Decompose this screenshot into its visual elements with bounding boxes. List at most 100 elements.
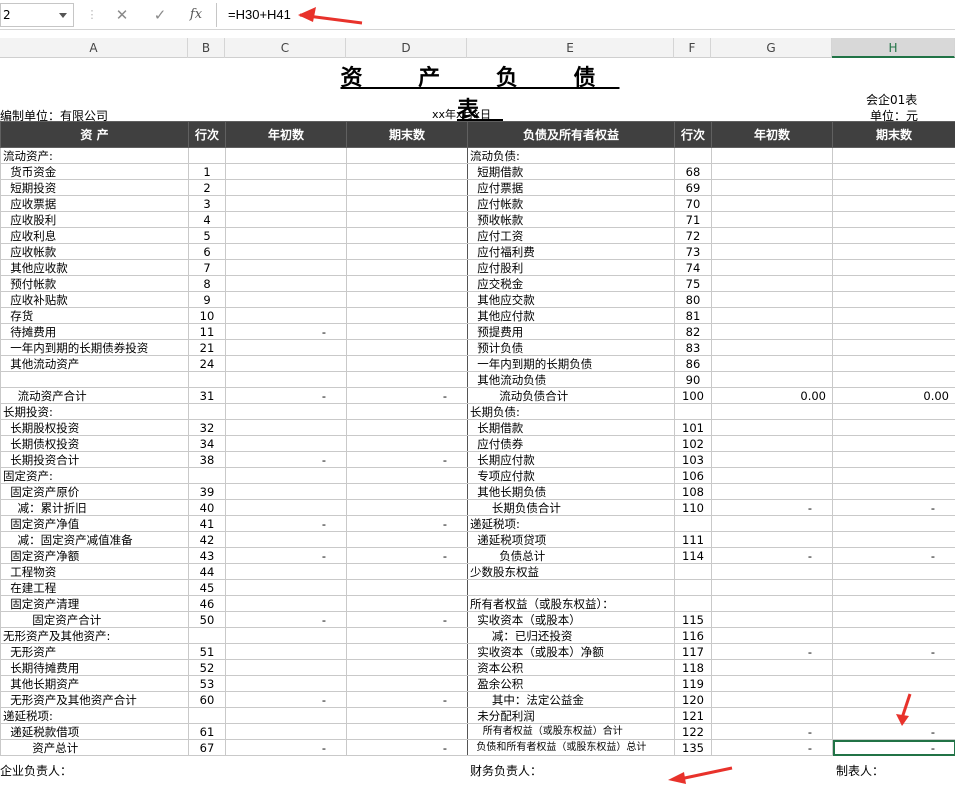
table-cell[interactable] — [711, 611, 833, 628]
table-cell[interactable]: 其他流动负债 — [467, 371, 675, 388]
table-cell[interactable] — [832, 195, 955, 212]
table-cell[interactable]: 流动负债合计 — [467, 387, 675, 404]
table-cell[interactable] — [346, 419, 468, 436]
column-header-a[interactable]: A — [0, 38, 188, 58]
table-cell[interactable] — [225, 627, 347, 644]
table-cell[interactable]: - — [711, 499, 833, 516]
table-cell[interactable]: 0.00 — [832, 387, 955, 404]
table-cell[interactable] — [832, 355, 955, 372]
header-cell[interactable]: 负债及所有者权益 — [467, 121, 675, 148]
formula-input[interactable]: =H30+H41 — [222, 3, 955, 27]
table-cell[interactable] — [711, 531, 833, 548]
table-cell[interactable] — [188, 147, 226, 164]
table-cell[interactable] — [711, 307, 833, 324]
table-cell[interactable]: - — [346, 515, 468, 532]
table-cell[interactable]: 预计负债 — [467, 339, 675, 356]
table-cell[interactable] — [832, 595, 955, 612]
table-cell[interactable]: 117 — [674, 643, 712, 660]
table-cell[interactable] — [225, 595, 347, 612]
table-cell[interactable] — [832, 531, 955, 548]
table-cell[interactable] — [346, 163, 468, 180]
table-cell[interactable]: 固定资产清理 — [0, 595, 189, 612]
table-cell[interactable]: 43 — [188, 547, 226, 564]
table-cell[interactable]: 61 — [188, 723, 226, 740]
table-cell[interactable] — [711, 419, 833, 436]
chevron-down-icon[interactable] — [59, 13, 67, 18]
table-cell[interactable]: - — [832, 499, 955, 516]
table-cell[interactable]: 86 — [674, 355, 712, 372]
table-cell[interactable]: - — [711, 547, 833, 564]
table-cell[interactable] — [832, 275, 955, 292]
table-cell[interactable]: - — [346, 451, 468, 468]
table-cell[interactable] — [832, 435, 955, 452]
table-cell[interactable] — [711, 195, 833, 212]
table-cell[interactable] — [225, 707, 347, 724]
table-cell[interactable]: 119 — [674, 675, 712, 692]
table-cell[interactable]: 资本公积 — [467, 659, 675, 676]
table-cell[interactable]: - — [346, 739, 468, 756]
table-cell[interactable] — [225, 531, 347, 548]
table-cell[interactable] — [711, 563, 833, 580]
table-cell[interactable] — [225, 643, 347, 660]
table-cell[interactable]: 应付股利 — [467, 259, 675, 276]
table-cell[interactable] — [225, 147, 347, 164]
table-cell[interactable]: 应收利息 — [0, 227, 189, 244]
table-cell[interactable]: 固定资产原价 — [0, 483, 189, 500]
table-cell[interactable]: - — [711, 723, 833, 740]
table-cell[interactable] — [346, 307, 468, 324]
table-cell[interactable]: - — [225, 691, 347, 708]
table-cell[interactable] — [832, 675, 955, 692]
table-cell[interactable]: 递延税项: — [467, 515, 675, 532]
table-cell[interactable] — [346, 275, 468, 292]
table-cell[interactable]: 110 — [674, 499, 712, 516]
table-cell[interactable]: 82 — [674, 323, 712, 340]
table-cell[interactable]: 应付福利费 — [467, 243, 675, 260]
table-cell[interactable] — [346, 579, 468, 596]
table-cell[interactable] — [346, 707, 468, 724]
table-cell[interactable]: 无形资产及其他资产合计 — [0, 691, 189, 708]
table-cell[interactable]: 9 — [188, 291, 226, 308]
table-cell[interactable] — [346, 371, 468, 388]
table-cell[interactable] — [711, 371, 833, 388]
table-cell[interactable] — [711, 147, 833, 164]
table-cell[interactable] — [711, 163, 833, 180]
header-cell[interactable]: 年初数 — [225, 121, 347, 148]
table-cell[interactable]: 70 — [674, 195, 712, 212]
table-cell[interactable] — [346, 723, 468, 740]
table-cell[interactable]: 6 — [188, 243, 226, 260]
table-cell[interactable] — [346, 147, 468, 164]
table-cell[interactable] — [225, 259, 347, 276]
table-cell[interactable] — [832, 451, 955, 468]
table-cell[interactable]: 40 — [188, 499, 226, 516]
table-cell[interactable] — [225, 563, 347, 580]
table-cell[interactable] — [711, 243, 833, 260]
table-cell[interactable] — [711, 339, 833, 356]
table-cell[interactable]: 3 — [188, 195, 226, 212]
table-cell[interactable]: 32 — [188, 419, 226, 436]
header-cell[interactable]: 行次 — [188, 121, 226, 148]
table-cell[interactable] — [225, 355, 347, 372]
table-cell[interactable] — [711, 355, 833, 372]
table-cell[interactable] — [225, 275, 347, 292]
table-cell[interactable] — [711, 515, 833, 532]
table-cell[interactable] — [674, 515, 712, 532]
table-cell[interactable] — [346, 675, 468, 692]
table-cell[interactable] — [188, 403, 226, 420]
table-cell[interactable] — [225, 227, 347, 244]
table-cell[interactable] — [832, 403, 955, 420]
table-cell[interactable] — [225, 163, 347, 180]
table-cell[interactable]: 一年内到期的长期债券投资 — [0, 339, 189, 356]
table-cell[interactable]: 74 — [674, 259, 712, 276]
table-cell[interactable]: 长期股权投资 — [0, 419, 189, 436]
table-cell[interactable]: 52 — [188, 659, 226, 676]
table-cell[interactable] — [832, 419, 955, 436]
table-cell[interactable] — [832, 179, 955, 196]
table-cell[interactable]: 其中：法定公益金 — [467, 691, 675, 708]
table-cell[interactable] — [674, 403, 712, 420]
table-cell[interactable] — [225, 675, 347, 692]
table-cell[interactable]: 60 — [188, 691, 226, 708]
table-cell[interactable] — [832, 707, 955, 724]
insert-function-icon[interactable]: fx — [186, 6, 206, 24]
table-cell[interactable]: 44 — [188, 563, 226, 580]
table-cell[interactable]: 应收股利 — [0, 211, 189, 228]
